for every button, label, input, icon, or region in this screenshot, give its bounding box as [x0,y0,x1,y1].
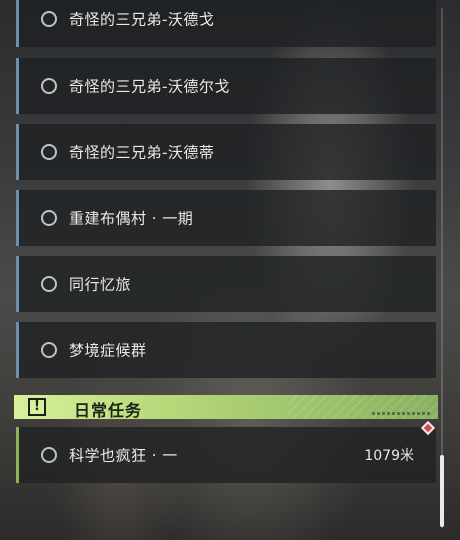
quest-item-5[interactable]: 同行忆旅 [16,256,436,312]
quest-item-2[interactable]: 奇怪的三兄弟-沃德尔戈 [16,58,436,114]
quest-title: 重建布偶村 · 一期 [69,209,194,228]
red-diamond-icon[interactable] [420,420,436,436]
daily-quests-header[interactable]: ! 日常任务 [14,395,438,420]
scrollbar-thumb[interactable] [440,455,444,527]
circle-status-icon [41,210,57,226]
quest-title: 梦境症候群 [69,341,147,360]
scrollbar-track[interactable] [441,8,443,528]
section-title: 日常任务 [74,401,143,420]
quest-list: 奇怪的三兄弟-沃德戈 奇怪的三兄弟-沃德尔戈 奇怪的三兄弟-沃德蒂 重建布偶村 … [0,0,460,540]
header-stripes-decoration [288,395,438,419]
quest-title: 科学也疯狂 · 一 [69,446,178,465]
quest-item-3[interactable]: 奇怪的三兄弟-沃德蒂 [16,124,436,180]
quest-distance: 1079米 [364,448,414,464]
quest-title: 奇怪的三兄弟-沃德蒂 [69,143,215,162]
circle-status-icon [41,11,57,27]
circle-status-icon [41,144,57,160]
circle-status-icon [41,342,57,358]
circle-status-icon [41,276,57,292]
quest-title: 同行忆旅 [69,275,132,294]
exclamation-box-icon: ! [28,398,46,416]
header-fine-print-decoration [372,412,432,415]
circle-status-icon [41,78,57,94]
circle-status-icon [41,447,57,463]
quest-title: 奇怪的三兄弟-沃德戈 [69,10,215,29]
daily-quest-item[interactable]: 科学也疯狂 · 一 1079米 [16,420,436,483]
quest-title: 奇怪的三兄弟-沃德尔戈 [69,77,230,96]
quest-item-6[interactable]: 梦境症候群 [16,322,436,378]
quest-item-1[interactable]: 奇怪的三兄弟-沃德戈 [16,0,436,47]
quest-item-4[interactable]: 重建布偶村 · 一期 [16,190,436,246]
